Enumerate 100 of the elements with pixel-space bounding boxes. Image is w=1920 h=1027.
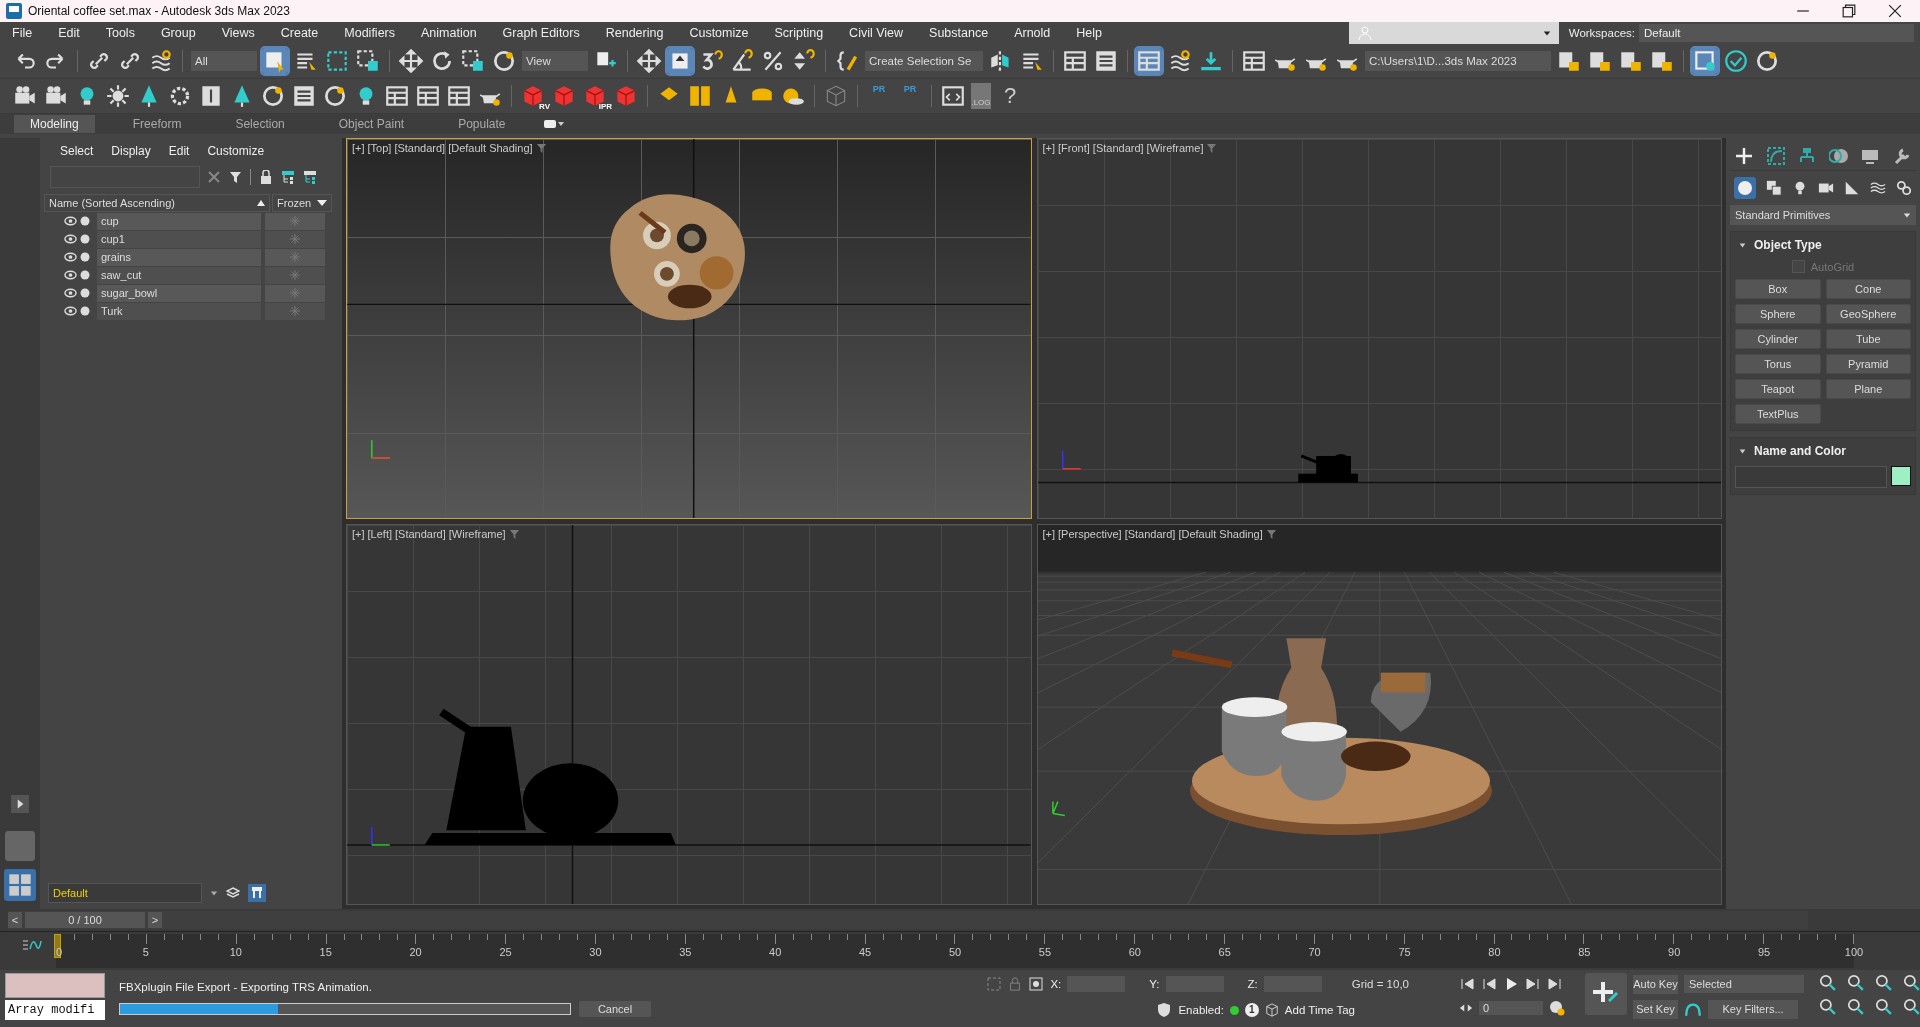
eye-icon[interactable]	[64, 234, 77, 244]
primitive-button[interactable]: TextPlus	[1735, 404, 1821, 424]
eye-icon[interactable]	[64, 288, 77, 298]
viewport-icon[interactable]	[446, 83, 472, 109]
layers-icon[interactable]	[291, 83, 317, 109]
object-name[interactable]: grains	[97, 248, 261, 266]
region-zoom-icon[interactable]	[1818, 997, 1836, 1015]
window-crossing-icon[interactable]	[355, 48, 381, 74]
key-filters-button[interactable]: Key Filters...	[1708, 999, 1798, 1019]
sort-ascending-icon[interactable]	[257, 199, 265, 207]
manipulate-icon[interactable]	[636, 48, 662, 74]
sun-icon[interactable]	[105, 83, 131, 109]
render-dot-icon[interactable]	[80, 306, 90, 316]
eye-icon[interactable]	[64, 252, 77, 262]
zoom-all-icon[interactable]	[1846, 973, 1864, 991]
ribbon-tab[interactable]: Object Paint	[322, 115, 421, 133]
lock-icon[interactable]	[259, 170, 273, 184]
render-dot-icon[interactable]	[80, 252, 90, 262]
rollout-title[interactable]: Name and Color	[1754, 444, 1846, 458]
time-config-icon[interactable]	[1549, 1000, 1565, 1016]
viewport-menu-label[interactable]: [Wireframe]	[448, 528, 506, 540]
menu-item[interactable]: Graph Editors	[502, 26, 580, 40]
render-dot-icon[interactable]	[80, 216, 90, 226]
viewport[interactable]: [+] [Front] [Standard] [Wireframe]	[1036, 138, 1722, 519]
menu-item[interactable]: Tools	[105, 26, 135, 40]
key-tangent-icon[interactable]	[1684, 1000, 1702, 1018]
help-button[interactable]: ?	[1004, 83, 1017, 109]
viewport-menu-label[interactable]: [+]	[352, 528, 365, 540]
filter-icon[interactable]	[228, 170, 242, 184]
create-tab-icon[interactable]	[1734, 146, 1754, 166]
color-swatch[interactable]	[1891, 466, 1911, 486]
viewport-menu-label[interactable]: [Perspective]	[1058, 528, 1122, 540]
viewport-menu-label[interactable]: [Standard]	[394, 142, 446, 154]
shield-icon[interactable]	[1156, 1002, 1173, 1018]
viewport-menu-label[interactable]: [Top]	[367, 142, 392, 154]
primitive-button[interactable]: Box	[1735, 279, 1821, 299]
layer-explorer-icon[interactable]	[1093, 48, 1119, 74]
menu-item[interactable]: File	[12, 26, 33, 40]
collapse-icon[interactable]	[1739, 447, 1746, 455]
eye-icon[interactable]	[64, 270, 77, 280]
explorer-menu-item[interactable]: Customize	[207, 144, 265, 158]
geometry-icon[interactable]	[1734, 177, 1756, 199]
menu-item[interactable]: Arnold	[1014, 26, 1051, 40]
menu-item[interactable]: Views	[221, 26, 255, 40]
select-object-icon[interactable]	[262, 48, 288, 74]
column-header[interactable]: Name (Sorted Ascending)	[44, 194, 270, 212]
object-name[interactable]: cup1	[97, 230, 261, 248]
scene-explorer-icon[interactable]	[1062, 48, 1088, 74]
ribbon-tab[interactable]: Selection	[219, 115, 301, 133]
scale-icon[interactable]	[460, 48, 486, 74]
toolbar-dropdown[interactable]: View	[522, 51, 588, 71]
script-icon[interactable]	[940, 83, 966, 109]
object-name[interactable]: cup	[97, 212, 261, 230]
viewport-menu-label[interactable]: [+]	[1042, 528, 1056, 540]
object-name[interactable]: sugar_bowl	[97, 284, 261, 302]
check-icon[interactable]	[1723, 48, 1749, 74]
viewport[interactable]: [+] [Perspective] [Standard] [Default Shading]	[1036, 524, 1722, 905]
go-to-start-icon[interactable]	[1459, 976, 1475, 992]
set-keys-button[interactable]	[1585, 973, 1627, 1015]
window-icon[interactable]	[384, 83, 410, 109]
render-dot-icon[interactable]	[80, 270, 90, 280]
gears-icon[interactable]	[1896, 180, 1912, 196]
viewport-menu-label[interactable]: [Standard]	[1124, 528, 1176, 540]
hierarchy-icon[interactable]	[281, 170, 295, 184]
rollout-title[interactable]: Object Type	[1754, 238, 1822, 252]
clear-icon[interactable]	[208, 171, 220, 183]
hierarchy-icon[interactable]	[303, 170, 317, 184]
viewport[interactable]: [+] [Left] [Standard] [Wireframe]	[346, 524, 1032, 905]
filter-icon[interactable]	[1265, 528, 1277, 540]
rectangle-selection-icon[interactable]	[324, 48, 350, 74]
primitive-button[interactable]: Torus	[1735, 354, 1821, 374]
previous-frame-icon[interactable]	[1481, 976, 1497, 992]
menu-item[interactable]: Substance	[929, 26, 989, 40]
eye-icon[interactable]	[64, 306, 77, 316]
placement-icon[interactable]	[491, 48, 517, 74]
menu-item[interactable]: Customize	[689, 26, 749, 40]
cube-icon[interactable]	[1264, 1003, 1279, 1017]
render-dot-icon[interactable]	[80, 234, 90, 244]
shapes-icon[interactable]	[1766, 180, 1782, 196]
primitive-button[interactable]: Cone	[1825, 279, 1911, 299]
menu-item[interactable]: Group	[160, 26, 196, 40]
move-icon[interactable]	[398, 48, 424, 74]
cancel-button[interactable]: Cancel	[579, 1001, 651, 1017]
menu-item[interactable]: Edit	[58, 26, 80, 40]
viewport-menu-label[interactable]: [Wireframe]	[1146, 142, 1204, 154]
primitive-button[interactable]: Pyramid	[1825, 354, 1911, 374]
modify-tab-icon[interactable]	[1765, 146, 1786, 166]
layers-icon[interactable]	[226, 886, 240, 900]
viewport-menu-label[interactable]: [Standard]	[1092, 142, 1144, 154]
menu-item[interactable]: Help	[1076, 26, 1102, 40]
caret-icon[interactable]	[317, 199, 327, 207]
motion-tab-icon[interactable]	[1828, 146, 1849, 166]
viewport[interactable]: [+] [Top] [Standard] [Default Shading]	[346, 138, 1032, 519]
save-icon[interactable]	[1692, 48, 1718, 74]
toolbar-dropdown[interactable]: C:\Users\1\D...3ds Max 2023	[1365, 51, 1551, 71]
primitive-button[interactable]: Plane	[1825, 379, 1911, 399]
menu-item[interactable]: Animation	[421, 26, 477, 40]
primitive-button[interactable]: Teapot	[1735, 379, 1821, 399]
panels-icon[interactable]	[687, 83, 713, 109]
viewport-menu-label[interactable]: [Standard]	[395, 528, 446, 540]
